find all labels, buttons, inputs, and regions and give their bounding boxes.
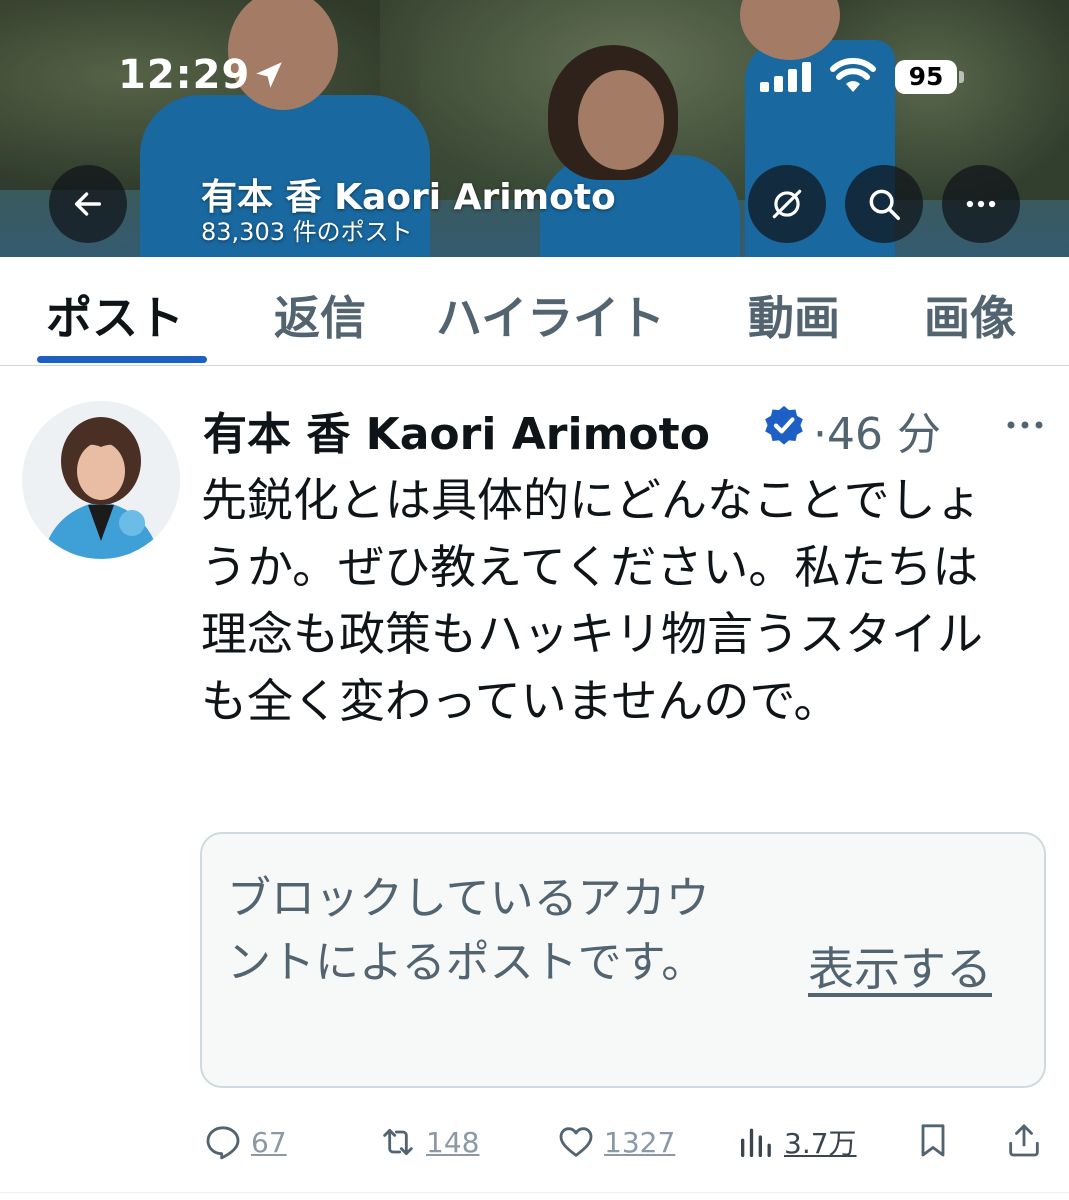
search-icon	[869, 189, 900, 220]
tab-videos[interactable]: 動画	[748, 282, 840, 348]
active-tab-indicator	[37, 356, 207, 363]
search-button[interactable]	[845, 165, 923, 243]
repost-icon	[383, 1128, 413, 1156]
tab-images[interactable]: 画像	[924, 282, 1016, 348]
eye-off-icon	[772, 189, 802, 219]
post-text: 先鋭化とは具体的にどんなことでしょうか。ぜひ教えてください。私たちは理念も政策も…	[201, 473, 983, 728]
post-timestamp[interactable]: ·46 分	[813, 398, 941, 462]
blocked-quote-card: ブロックしているアカウントによるポストです。 表示する	[200, 832, 1046, 1088]
hide-banner-button[interactable]	[748, 165, 826, 243]
repost-button[interactable]: 148	[378, 1120, 479, 1164]
post-author-name[interactable]: 有本 香 Kaori Arimoto	[203, 398, 710, 462]
battery-level: 95	[895, 60, 957, 94]
cellular-signal-icon	[760, 62, 811, 92]
bar-chart-icon	[741, 1128, 771, 1157]
like-count: 1327	[604, 1125, 676, 1159]
tab-replies[interactable]: 返信	[274, 282, 366, 348]
view-count: 3.7万	[784, 1127, 857, 1160]
profile-tabs: ポスト 返信 ハイライト 動画 画像	[0, 257, 1069, 366]
share-icon[interactable]	[1004, 1120, 1044, 1160]
author-avatar[interactable]	[22, 401, 180, 559]
bookmark-icon[interactable]	[913, 1120, 953, 1160]
show-blocked-post-link[interactable]: 表示する	[808, 933, 992, 999]
views-button[interactable]: 3.7万	[736, 1120, 857, 1164]
divider	[0, 1192, 1069, 1193]
reply-button[interactable]: 67	[203, 1120, 287, 1164]
avatar-portrait	[22, 401, 180, 559]
location-arrow-icon	[256, 62, 282, 88]
like-button[interactable]: 1327	[556, 1120, 675, 1164]
post-more-icon[interactable]	[1003, 410, 1047, 440]
verified-badge-icon	[765, 405, 803, 445]
back-arrow-icon	[74, 192, 102, 216]
wifi-icon	[830, 58, 876, 92]
tab-posts[interactable]: ポスト	[46, 282, 184, 348]
status-bar: 12:29 95	[0, 0, 1069, 150]
profile-post-count: 83,303 件のポスト	[201, 218, 413, 246]
heart-icon	[559, 1127, 593, 1157]
tab-highlights[interactable]: ハイライト	[436, 282, 665, 348]
back-button[interactable]	[49, 165, 127, 243]
reply-icon	[206, 1126, 240, 1160]
reply-count: 67	[251, 1125, 287, 1159]
ellipsis-icon	[966, 200, 996, 208]
blocked-notice: ブロックしているアカウントによるポストです。	[227, 873, 710, 988]
repost-count: 148	[426, 1125, 480, 1159]
more-options-button[interactable]	[942, 165, 1020, 243]
status-time: 12:29	[118, 52, 251, 98]
battery-indicator: 95	[895, 60, 965, 94]
